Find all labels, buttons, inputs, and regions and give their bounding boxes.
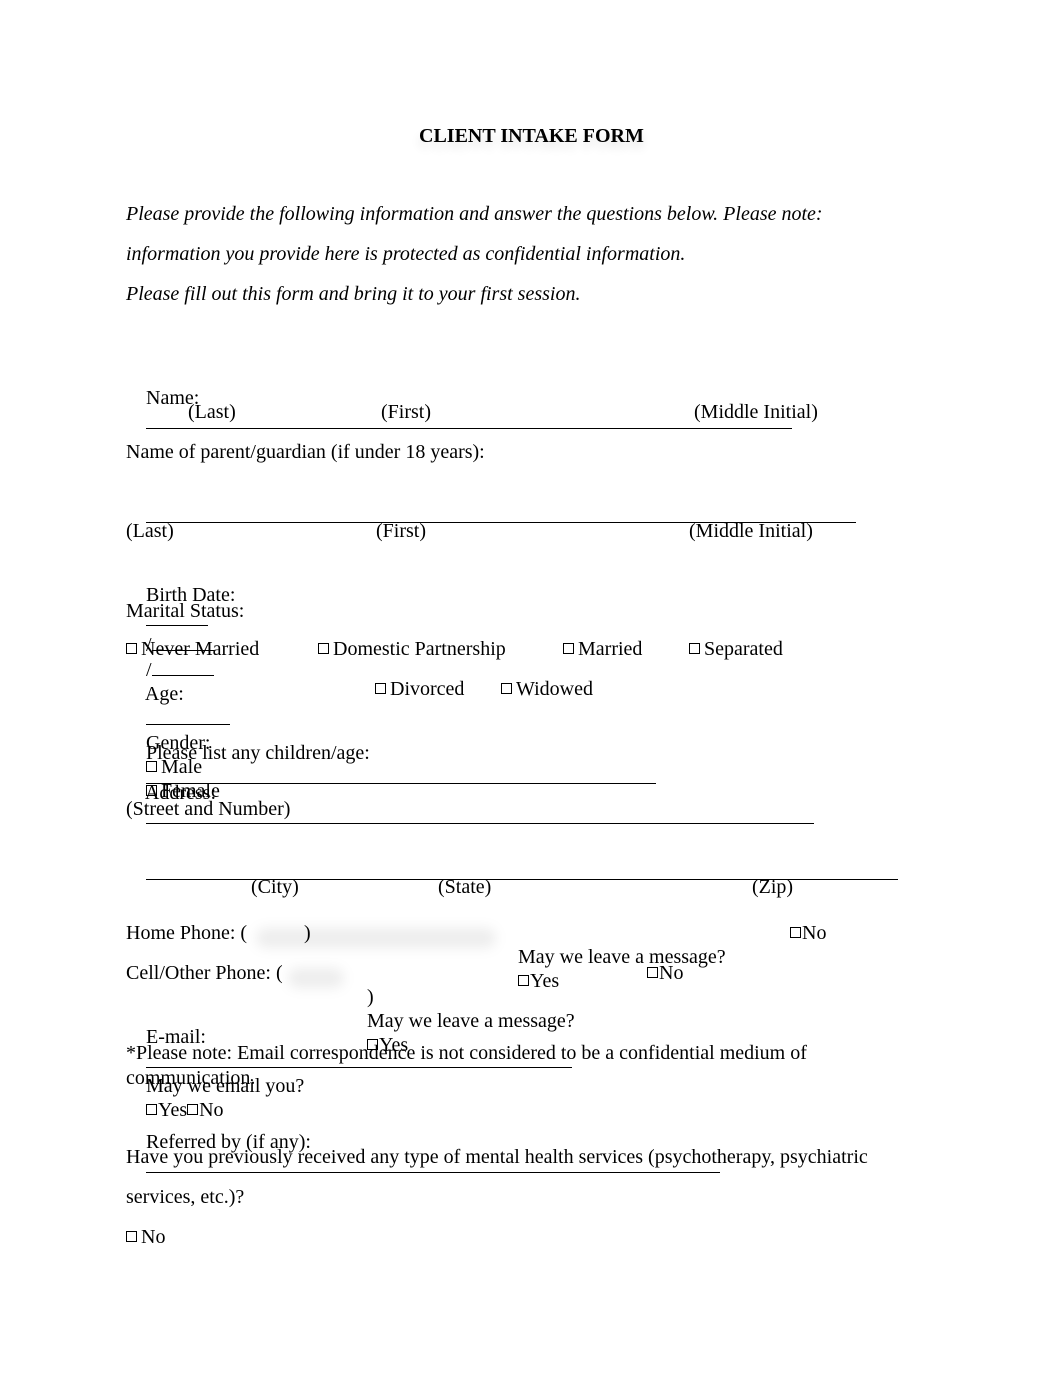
home-phone-area-code-field[interactable] <box>256 921 304 945</box>
cell-phone-area-code-field[interactable] <box>290 961 346 985</box>
intro-line-3: Please fill out this form and bring it t… <box>126 283 581 305</box>
address-sub-zip: (Zip) <box>752 876 794 898</box>
marital-separated[interactable]: Separated <box>689 637 783 661</box>
checkbox-icon[interactable] <box>647 967 658 978</box>
marital-widowed[interactable]: Widowed <box>501 677 593 701</box>
prior-services-line-2: services, etc.)? <box>126 1186 245 1208</box>
checkbox-icon[interactable] <box>375 683 386 694</box>
marital-status-label: Marital Status: <box>126 600 245 622</box>
intro-line-1: Please provide the following information… <box>126 203 823 225</box>
guardian-sub-first: (First) <box>376 520 426 542</box>
home-phone-label: Home Phone: ( <box>126 922 248 944</box>
address-row-2 <box>126 837 898 910</box>
marital-domestic-partnership[interactable]: Domestic Partnership <box>318 637 506 661</box>
prior-services-no-option[interactable]: No <box>126 1225 165 1249</box>
checkbox-icon[interactable] <box>563 643 574 654</box>
marital-married[interactable]: Married <box>563 637 642 661</box>
page-title: CLIENT INTAKE FORM <box>419 125 644 147</box>
checkbox-icon[interactable] <box>126 643 137 654</box>
checkbox-icon[interactable] <box>689 643 700 654</box>
address-sub-state: (State) <box>438 876 492 898</box>
guardian-label: Name of parent/guardian (if under 18 yea… <box>126 441 485 463</box>
marital-never-married[interactable]: Never Married <box>126 637 259 661</box>
checkbox-icon[interactable] <box>318 643 329 654</box>
checkbox-icon[interactable] <box>501 683 512 694</box>
email-note-line-2: communication. <box>126 1067 256 1089</box>
prior-services-line-1: Have you previously received any type of… <box>126 1146 868 1168</box>
marital-divorced[interactable]: Divorced <box>375 677 464 701</box>
address-sub-street: (Street and Number) <box>126 798 291 820</box>
age-label: Age: <box>144 683 184 705</box>
name-sub-last: (Last) <box>188 401 236 423</box>
document-page: CLIENT INTAKE FORM Please provide the fo… <box>0 0 1062 1377</box>
checkbox-icon[interactable] <box>126 1231 137 1242</box>
guardian-sub-last: (Last) <box>126 520 174 542</box>
checkbox-icon[interactable] <box>790 927 801 938</box>
name-sub-first: (First) <box>381 401 431 423</box>
guardian-sub-middle: (Middle Initial) <box>689 520 813 542</box>
home-phone-message-no[interactable]: No <box>790 921 826 945</box>
email-note-line-1: *Please note: Email correspondence is no… <box>126 1042 807 1064</box>
cell-phone-label: Cell/Other Phone: ( <box>126 962 283 984</box>
name-sub-middle: (Middle Initial) <box>694 401 818 423</box>
intro-line-2: information you provide here is protecte… <box>126 243 686 265</box>
home-phone-number-field[interactable] <box>316 921 494 945</box>
cell-phone-message-no[interactable]: No <box>647 961 683 985</box>
home-phone-close-paren: ) <box>304 922 311 944</box>
address-sub-city: (City) <box>251 876 299 898</box>
